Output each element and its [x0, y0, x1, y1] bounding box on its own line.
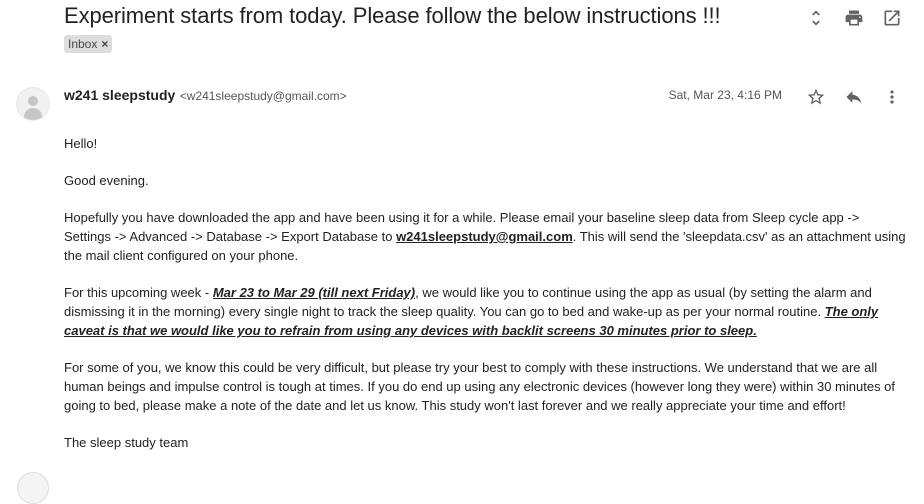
sender-name: w241 sleepstudy	[64, 87, 176, 103]
email-link[interactable]: w241sleepstudy@gmail.com	[396, 229, 573, 244]
print-icon[interactable]	[842, 6, 866, 30]
evening-paragraph: Good evening.	[64, 173, 149, 188]
export-instructions-paragraph: Hopefully you have downloaded the app an…	[64, 208, 909, 265]
expand-collapse-icon[interactable]	[804, 6, 828, 30]
label-text: Inbox	[68, 36, 98, 51]
next-message-avatar	[17, 472, 49, 504]
star-icon[interactable]	[804, 85, 828, 109]
message-body: Hello! Good evening. Hopefully you have …	[64, 134, 909, 470]
inbox-label-chip[interactable]: Inbox ×	[64, 35, 113, 53]
compliance-paragraph: For some of you, we know this could be v…	[64, 360, 896, 413]
p2-text-before: For this upcoming week -	[64, 285, 213, 300]
remove-label-icon[interactable]: ×	[101, 37, 108, 51]
sender-email: <w241sleepstudy@gmail.com>	[179, 89, 347, 103]
signature: The sleep study team	[64, 435, 189, 450]
email-subject: Experiment starts from today. Please fol…	[64, 3, 721, 28]
sender-avatar	[16, 87, 50, 121]
message-date: Sat, Mar 23, 4:16 PM	[668, 88, 782, 102]
more-options-icon[interactable]	[880, 85, 904, 109]
open-in-new-window-icon[interactable]	[880, 6, 904, 30]
sender-info: w241 sleepstudy <w241sleepstudy@gmail.co…	[64, 87, 347, 105]
avatar-head-shape	[28, 96, 38, 106]
avatar-body-shape	[24, 108, 42, 120]
schedule-paragraph: For this upcoming week - Mar 23 to Mar 2…	[64, 283, 909, 340]
date-range-emphasis: Mar 23 to Mar 29 (till next Friday)	[212, 285, 416, 300]
greeting-paragraph: Hello!	[64, 136, 98, 151]
message-actions	[790, 85, 904, 109]
thread-toolbar	[804, 6, 904, 30]
reply-icon[interactable]	[842, 85, 866, 109]
